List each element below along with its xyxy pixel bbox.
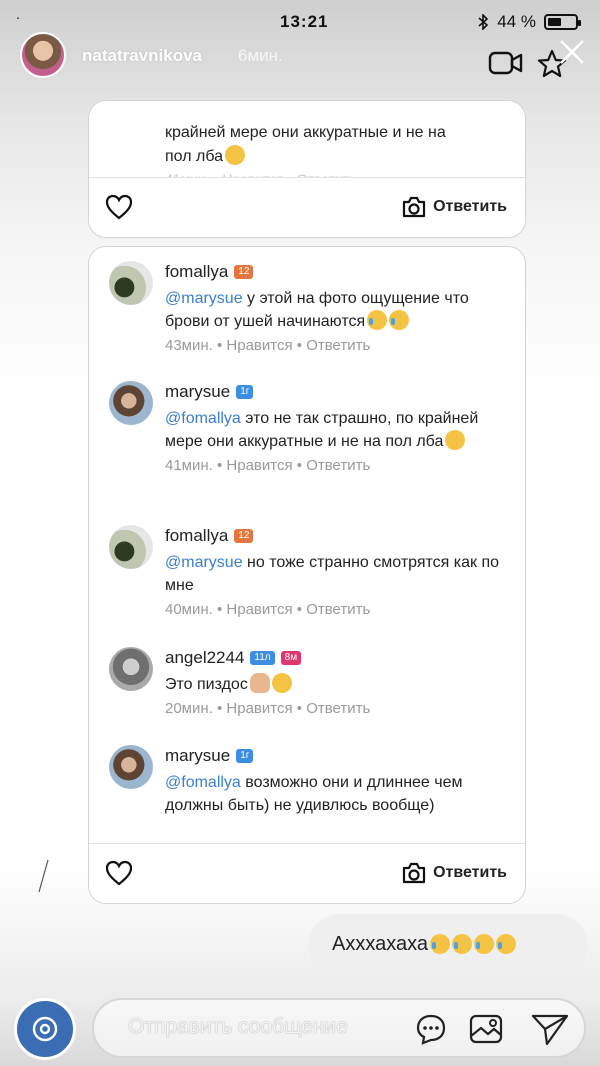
laugh-cry-emoji-icon <box>452 934 473 954</box>
level-badge: 1г <box>236 749 254 763</box>
sent-message-text: Ахххахаха <box>332 933 429 955</box>
camera-button[interactable] <box>14 998 76 1060</box>
comment-meta[interactable]: 43мин. • Нравится • Ответить <box>165 337 505 354</box>
comment-mention[interactable]: @marysue <box>165 290 243 307</box>
level-badge: 12 <box>234 265 254 279</box>
story-header: natatravnikova 6мин. <box>20 32 590 92</box>
snippet-line-2: пол лба <box>165 148 224 165</box>
battery-percent: 44 % <box>497 12 536 31</box>
comment-username[interactable]: angel2244 <box>165 648 244 668</box>
comment-username[interactable]: marysue <box>165 382 230 402</box>
shush-emoji-icon <box>445 430 466 450</box>
reply-label: Ответить <box>433 198 507 215</box>
reply-button[interactable]: Ответить <box>401 862 507 884</box>
camera-icon <box>402 196 426 218</box>
comment-mention[interactable]: @fomallya <box>165 410 241 427</box>
snippet-line-1: крайней мере они аккуратные и не на <box>165 124 446 141</box>
laugh-cry-emoji-icon <box>474 934 495 954</box>
level-badge: 12 <box>234 529 254 543</box>
heart-icon[interactable] <box>105 194 133 220</box>
rofl-emoji-icon <box>271 673 292 693</box>
avatar[interactable] <box>109 261 153 305</box>
battery-icon <box>544 14 581 30</box>
comment-text: Это пиздос <box>165 676 248 693</box>
heart-icon[interactable] <box>105 860 133 886</box>
comment-card-previous: крайней мере они аккуратные и не на пол … <box>88 100 526 238</box>
laugh-cry-emoji-icon <box>389 310 410 330</box>
video-call-icon[interactable] <box>488 50 524 76</box>
reply-button[interactable]: Ответить <box>401 196 507 218</box>
laugh-cry-emoji-icon <box>430 934 451 954</box>
comment-meta[interactable]: 40мин. • Нравится • Ответить <box>165 601 505 618</box>
gif-sticker-icon[interactable] <box>414 1012 448 1046</box>
avatar[interactable] <box>109 381 153 425</box>
avatar[interactable] <box>109 647 153 691</box>
comment-mention[interactable]: @fomallya <box>165 774 241 791</box>
level-badge: 1г <box>236 385 254 399</box>
send-icon[interactable] <box>530 1012 570 1046</box>
story-avatar[interactable] <box>20 32 66 78</box>
comment-card-thread: fomallya 12 @marysue у этой на фото ощуще… <box>88 246 526 904</box>
avatar[interactable] <box>109 745 153 789</box>
shush-emoji-icon <box>225 145 246 165</box>
comment-meta[interactable]: 41мин. • Нравится • Ответить <box>165 457 505 474</box>
close-icon[interactable] <box>558 38 586 66</box>
camera-icon <box>402 862 426 884</box>
comment-username[interactable]: marysue <box>165 746 230 766</box>
story-username[interactable]: natatravnikova <box>82 46 202 66</box>
story-time: 6мин. <box>238 46 283 65</box>
camera-icon <box>32 1016 58 1042</box>
laugh-cry-emoji-icon <box>367 310 388 330</box>
status-time: 13:21 <box>280 12 329 31</box>
sent-message-bubble: Ахххахаха <box>308 914 588 978</box>
reply-label: Ответить <box>433 864 507 881</box>
comment-meta[interactable]: 20мин. • Нравится • Ответить <box>165 700 505 717</box>
laugh-cry-emoji-icon <box>496 934 517 954</box>
scribble-mark <box>38 859 49 893</box>
avatar[interactable] <box>109 525 153 569</box>
comment-username[interactable]: fomallya <box>165 262 228 282</box>
level-badge: 11л <box>250 651 275 665</box>
gallery-icon[interactable] <box>468 1012 506 1046</box>
card-footer: Ответить <box>89 843 525 903</box>
status-left-glyph: . <box>16 6 20 22</box>
bluetooth-icon <box>478 14 489 30</box>
message-placeholder: Отправить сообщение <box>128 1015 348 1038</box>
comment-username[interactable]: fomallya <box>165 526 228 546</box>
card-footer: Ответить <box>89 177 525 237</box>
comment-mention[interactable]: @marysue <box>165 554 243 571</box>
facepalm-emoji-icon <box>249 673 270 693</box>
level-badge-secondary: 8м <box>280 651 302 665</box>
comment-snippet: крайней мере они аккуратные и не на пол … <box>165 121 495 169</box>
